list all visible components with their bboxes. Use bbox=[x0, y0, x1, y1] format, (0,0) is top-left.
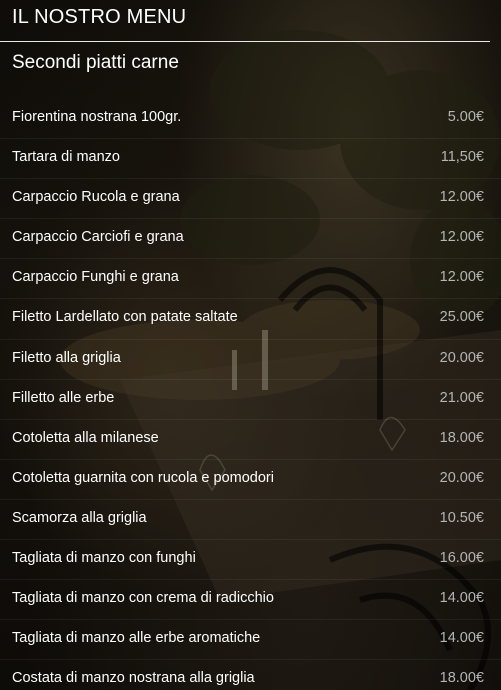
dish-price: 20.00€ bbox=[439, 469, 484, 486]
dish-price: 18.00€ bbox=[439, 429, 484, 446]
menu-item: Filetto alla griglia 20.00€ bbox=[0, 340, 501, 380]
menu-header: IL NOSTRO MENU bbox=[0, 0, 501, 42]
dish-price: 5.00€ bbox=[447, 109, 484, 125]
dish-price: 11,50€ bbox=[440, 149, 484, 166]
menu-item: Cotoletta guarnita con rucola e pomodori… bbox=[0, 460, 501, 500]
menu-item: Carpaccio Funghi e grana 12.00€ bbox=[0, 259, 501, 300]
menu-item: Carpaccio Carciofi e grana 12.00€ bbox=[0, 219, 501, 260]
dish-name: Costata di manzo nostrana alla griglia bbox=[12, 670, 255, 687]
menu-item: Tartara di manzo 11,50€ bbox=[0, 139, 501, 180]
menu-list: Fiorentina nostrana 100gr. 5.00€ Tartara… bbox=[0, 99, 501, 690]
dish-price: 16.00€ bbox=[439, 550, 484, 567]
dish-price: 18.00€ bbox=[439, 670, 484, 687]
dish-price: 14.00€ bbox=[439, 590, 484, 607]
dish-price: 10.50€ bbox=[439, 509, 484, 526]
menu-item: Carpaccio Rucola e grana 12.00€ bbox=[0, 179, 501, 220]
dish-name: Tagliata di manzo con crema di radicchio bbox=[12, 590, 274, 607]
dish-name: Filletto alle erbe bbox=[12, 389, 115, 406]
menu-page: IL NOSTRO MENU Secondi piatti carne Fior… bbox=[0, 0, 501, 690]
dish-name: Scamorza alla griglia bbox=[12, 509, 147, 526]
menu-item: Costata di manzo nostrana alla griglia 1… bbox=[0, 660, 501, 690]
dish-price: 12.00€ bbox=[439, 269, 484, 286]
dish-price: 20.00€ bbox=[439, 349, 484, 366]
dish-price: 12.00€ bbox=[439, 189, 484, 206]
menu-item: Cotoletta alla milanese 18.00€ bbox=[0, 420, 501, 460]
menu-item: Tagliata di manzo con funghi 16.00€ bbox=[0, 540, 501, 581]
dish-name: Cotoletta guarnita con rucola e pomodori bbox=[12, 469, 274, 486]
dish-price: 12.00€ bbox=[439, 229, 484, 246]
dish-price: 14.00€ bbox=[439, 630, 484, 647]
menu-item: Filletto alle erbe 21.00€ bbox=[0, 380, 501, 420]
header-divider bbox=[0, 41, 490, 42]
menu-item: Tagliata di manzo alle erbe aromatiche 1… bbox=[0, 620, 501, 661]
section-title: Secondi piatti carne bbox=[12, 52, 179, 73]
dish-name: Tagliata di manzo alle erbe aromatiche bbox=[12, 630, 261, 647]
dish-price: 21.00€ bbox=[439, 389, 484, 406]
menu-item: Tagliata di manzo con crema di radicchio… bbox=[0, 580, 501, 621]
page-title: IL NOSTRO MENU bbox=[12, 6, 187, 28]
dish-name: Cotoletta alla milanese bbox=[12, 429, 159, 446]
dish-name: Filetto alla griglia bbox=[12, 349, 121, 366]
menu-item: Filetto Lardellato con patate saltate 25… bbox=[0, 299, 501, 340]
dish-name: Tartara di manzo bbox=[12, 149, 120, 166]
dish-name: Tagliata di manzo con funghi bbox=[12, 550, 196, 567]
dish-price: 25.00€ bbox=[439, 309, 484, 326]
dish-name: Fiorentina nostrana 100gr. bbox=[12, 109, 182, 125]
dish-name: Filetto Lardellato con patate saltate bbox=[12, 309, 238, 326]
dish-name: Carpaccio Carciofi e grana bbox=[12, 229, 184, 246]
dish-name: Carpaccio Funghi e grana bbox=[12, 269, 179, 286]
dish-name: Carpaccio Rucola e grana bbox=[12, 189, 180, 206]
menu-item: Fiorentina nostrana 100gr. 5.00€ bbox=[0, 99, 501, 140]
menu-item: Scamorza alla griglia 10.50€ bbox=[0, 500, 501, 541]
